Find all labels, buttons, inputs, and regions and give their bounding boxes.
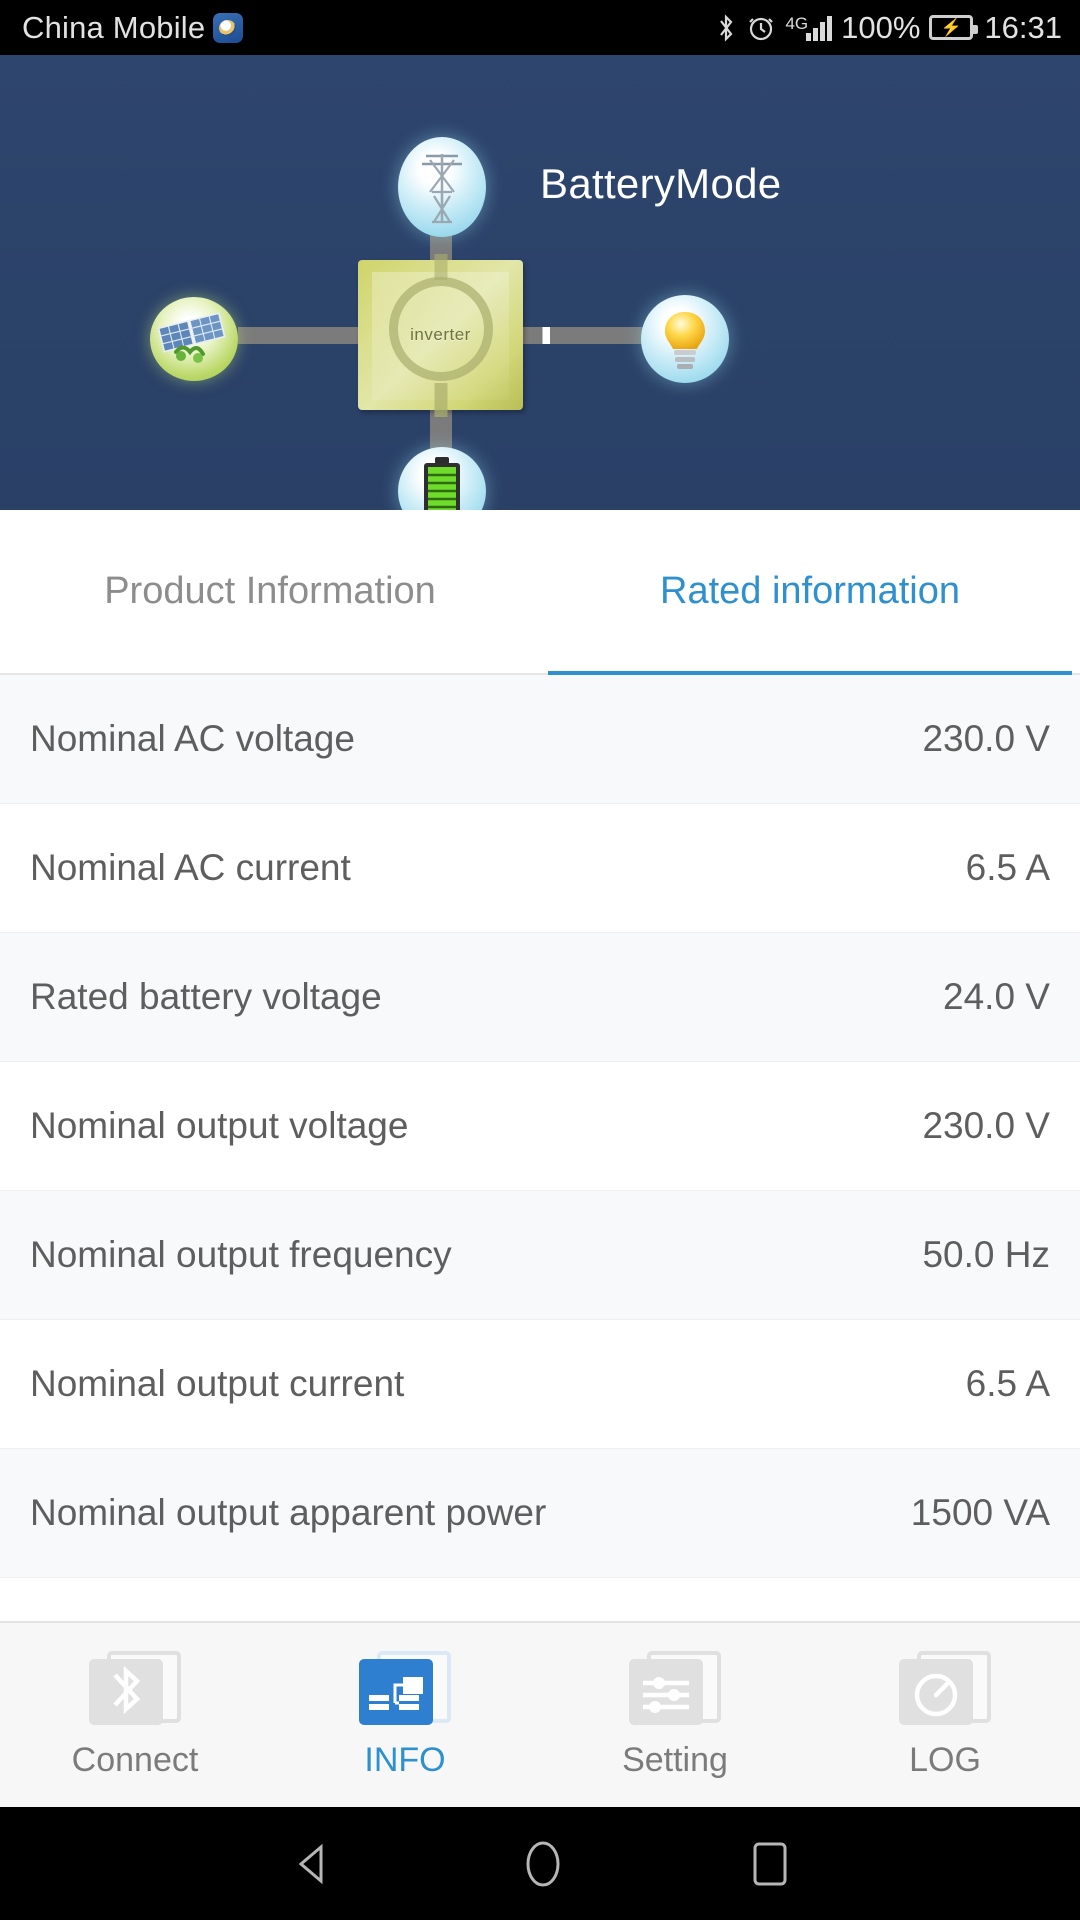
back-triangle-icon[interactable] — [288, 1839, 338, 1889]
status-bar-left: China Mobile — [22, 9, 244, 46]
row-value: 230.0 V — [922, 718, 1050, 759]
nav-item-log[interactable]: LOG — [810, 1623, 1080, 1807]
row-key: Nominal output apparent power — [30, 1492, 547, 1533]
light-bulb-icon[interactable] — [641, 295, 729, 383]
nav-item-connect[interactable]: Connect — [0, 1623, 270, 1807]
tab-bar: Product Information Rated information — [0, 510, 1080, 675]
power-tower-glyph — [422, 154, 462, 224]
row-value: 50.0 Hz — [922, 1234, 1050, 1275]
power-tower-icon[interactable] — [398, 137, 486, 237]
android-navigation-bar — [0, 1807, 1080, 1920]
bottom-navigation-bar: Connect INFO Setting LOG — [0, 1621, 1080, 1807]
solar-panel-glyph — [157, 312, 226, 363]
info-folder-icon — [359, 1650, 451, 1731]
bluetooth-icon — [720, 13, 733, 42]
power-flow-diagram: BatteryMode inverter — [0, 55, 1080, 510]
network-indicator: 4G — [785, 13, 833, 41]
row-value: 24.0 V — [943, 976, 1050, 1017]
row-key: Nominal AC current — [30, 847, 351, 888]
battery-full-glyph — [424, 457, 460, 510]
inverter-label: inverter — [410, 325, 471, 344]
row-value: 6.5 A — [965, 847, 1050, 888]
table-row[interactable]: Nominal AC voltage 230.0 V — [0, 675, 1080, 804]
table-row[interactable]: Nominal AC current 6.5 A — [0, 804, 1080, 933]
network-type-label: 4G — [785, 13, 809, 33]
row-value: 6.5 A — [965, 1363, 1050, 1404]
carrier-label: China Mobile — [22, 9, 206, 45]
bluetooth-icon — [89, 1650, 181, 1731]
inverter-stem — [434, 383, 447, 417]
row-key: Nominal output voltage — [30, 1105, 409, 1146]
nav-item-info-label: INFO — [364, 1740, 446, 1779]
status-bar: China Mobile 4G 100% ⚡ 16:31 — [0, 0, 1080, 55]
row-key: Nominal output current — [30, 1363, 405, 1404]
rated-information-list: Nominal AC voltage 230.0 V Nominal AC cu… — [0, 675, 1080, 1578]
wire-pv-to-inverter — [238, 327, 363, 344]
home-circle-icon[interactable] — [520, 1836, 566, 1892]
eye-app-icon — [213, 12, 244, 43]
row-key: Nominal output frequency — [30, 1234, 452, 1275]
tab-product-information[interactable]: Product Information — [0, 510, 540, 673]
battery-full-icon[interactable] — [398, 447, 486, 510]
light-bulb-glyph — [665, 312, 705, 369]
table-row[interactable]: Nominal output voltage 230.0 V — [0, 1062, 1080, 1191]
recents-square-icon[interactable] — [748, 1838, 792, 1890]
table-row[interactable]: Rated battery voltage 24.0 V — [0, 933, 1080, 1062]
sliders-icon — [629, 1650, 721, 1731]
nav-item-setting[interactable]: Setting — [540, 1623, 810, 1807]
tab-rated-information[interactable]: Rated information — [540, 510, 1080, 675]
power-gauge-icon — [899, 1650, 991, 1731]
table-row[interactable]: Nominal output frequency 50.0 Hz — [0, 1191, 1080, 1320]
clock-label: 16:31 — [984, 9, 1062, 45]
battery-percent-label: 100% — [841, 9, 921, 45]
tab-rated-information-label: Rated information — [660, 570, 960, 612]
mode-title: BatteryMode — [540, 160, 782, 207]
status-bar-right: 4G 100% ⚡ 16:31 — [715, 10, 1062, 46]
info-folder-glyph — [363, 1668, 429, 1721]
nav-item-connect-label: Connect — [71, 1740, 199, 1779]
table-row[interactable]: Nominal output current 6.5 A — [0, 1320, 1080, 1449]
battery-charging-icon: ⚡ — [929, 15, 979, 40]
row-value: 1500 VA — [910, 1492, 1050, 1533]
power-gauge-glyph — [914, 1673, 958, 1716]
bluetooth-glyph — [113, 1665, 141, 1714]
table-row[interactable]: Nominal output apparent power 1500 VA — [0, 1449, 1080, 1578]
row-key: Nominal AC voltage — [30, 718, 355, 759]
sliders-glyph — [643, 1676, 689, 1713]
nav-item-log-label: LOG — [909, 1740, 981, 1779]
row-value: 230.0 V — [922, 1105, 1050, 1146]
inverter-box[interactable]: inverter — [358, 254, 523, 417]
alarm-clock-icon — [749, 17, 774, 40]
solar-panel-icon[interactable] — [150, 297, 238, 381]
row-key: Rated battery voltage — [30, 976, 382, 1017]
nav-item-info[interactable]: INFO — [270, 1623, 540, 1807]
signal-bars-icon — [806, 15, 833, 41]
wire-inverter-to-load — [520, 327, 645, 344]
nav-item-setting-label: Setting — [622, 1740, 728, 1779]
tab-product-information-label: Product Information — [104, 570, 436, 612]
